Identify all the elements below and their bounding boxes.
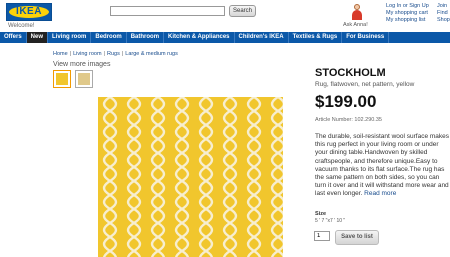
breadcrumb-rugs[interactable]: Rugs bbox=[107, 51, 120, 57]
thumbnail-2[interactable] bbox=[75, 70, 93, 88]
article-number: Article Number: 102.290.35 bbox=[315, 117, 382, 123]
breadcrumb-living-room[interactable]: Living room bbox=[73, 51, 101, 57]
description-text: The durable, soil-resistant wool surface… bbox=[315, 133, 450, 198]
shopping-list-link[interactable]: My shopping list bbox=[386, 17, 429, 24]
right-links: Join Find Shop bbox=[437, 3, 450, 24]
find-link[interactable]: Find bbox=[437, 10, 450, 17]
save-to-list-button[interactable]: Save to list bbox=[335, 230, 379, 245]
shop-link[interactable]: Shop bbox=[437, 17, 450, 24]
breadcrumb: Home | Living room | Rugs | Large & medium rug… bbox=[53, 51, 178, 57]
size-value: 5 ' 7 "x7 ' 10 " bbox=[315, 218, 346, 224]
login-signup-link[interactable]: Log In or Sign Up bbox=[386, 3, 429, 10]
nav-item-bedroom[interactable]: Bedroom bbox=[91, 32, 127, 43]
nav-item-kitchen[interactable]: Kitchen & Appliances bbox=[164, 32, 235, 43]
avatar-body bbox=[352, 10, 362, 20]
nav-item-childrens[interactable]: Children's IKEA bbox=[235, 32, 289, 43]
ask-anna-avatar-icon[interactable] bbox=[351, 4, 363, 20]
ask-anna-link[interactable]: Ask Anna! bbox=[343, 22, 368, 28]
search-input[interactable] bbox=[110, 6, 225, 16]
logo-text: IKEA bbox=[16, 6, 42, 17]
thumbnail-image bbox=[56, 73, 68, 85]
nav-item-living-room[interactable]: Living room bbox=[48, 32, 92, 43]
account-links: Log In or Sign Up My shopping cart My sh… bbox=[386, 3, 429, 24]
read-more-link[interactable]: Read more bbox=[364, 190, 396, 197]
main-nav: Offers New Living room Bedroom Bathroom … bbox=[0, 32, 450, 43]
nav-item-new[interactable]: New bbox=[26, 32, 49, 43]
product-price: $199.00 bbox=[315, 92, 377, 111]
nav-item-offers[interactable]: Offers bbox=[0, 32, 27, 43]
product-name: STOCKHOLM bbox=[315, 67, 386, 79]
view-more-images-label: View more images bbox=[53, 61, 111, 68]
breadcrumb-home[interactable]: Home bbox=[53, 51, 68, 57]
nav-item-business[interactable]: For Business bbox=[342, 32, 390, 43]
nav-item-bathroom[interactable]: Bathroom bbox=[127, 32, 165, 43]
nav-item-textiles[interactable]: Textiles & Rugs bbox=[289, 32, 343, 43]
shopping-cart-link[interactable]: My shopping cart bbox=[386, 10, 429, 17]
size-label: Size bbox=[315, 211, 327, 217]
thumbnail-image bbox=[78, 73, 90, 85]
welcome-text: Welcome! bbox=[8, 23, 35, 29]
breadcrumb-large-rugs[interactable]: Large & medium rugs bbox=[125, 51, 178, 57]
thumbnail-1[interactable] bbox=[53, 70, 71, 88]
join-link[interactable]: Join bbox=[437, 3, 450, 10]
quantity-input[interactable] bbox=[314, 231, 330, 241]
search-button[interactable]: Search bbox=[229, 5, 256, 17]
product-image-rug bbox=[98, 97, 283, 257]
product-long-description: The durable, soil-resistant wool surface… bbox=[315, 133, 450, 199]
ikea-logo[interactable]: IKEA bbox=[6, 3, 52, 21]
product-short-description: Rug, flatwoven, net pattern, yellow bbox=[315, 81, 415, 88]
